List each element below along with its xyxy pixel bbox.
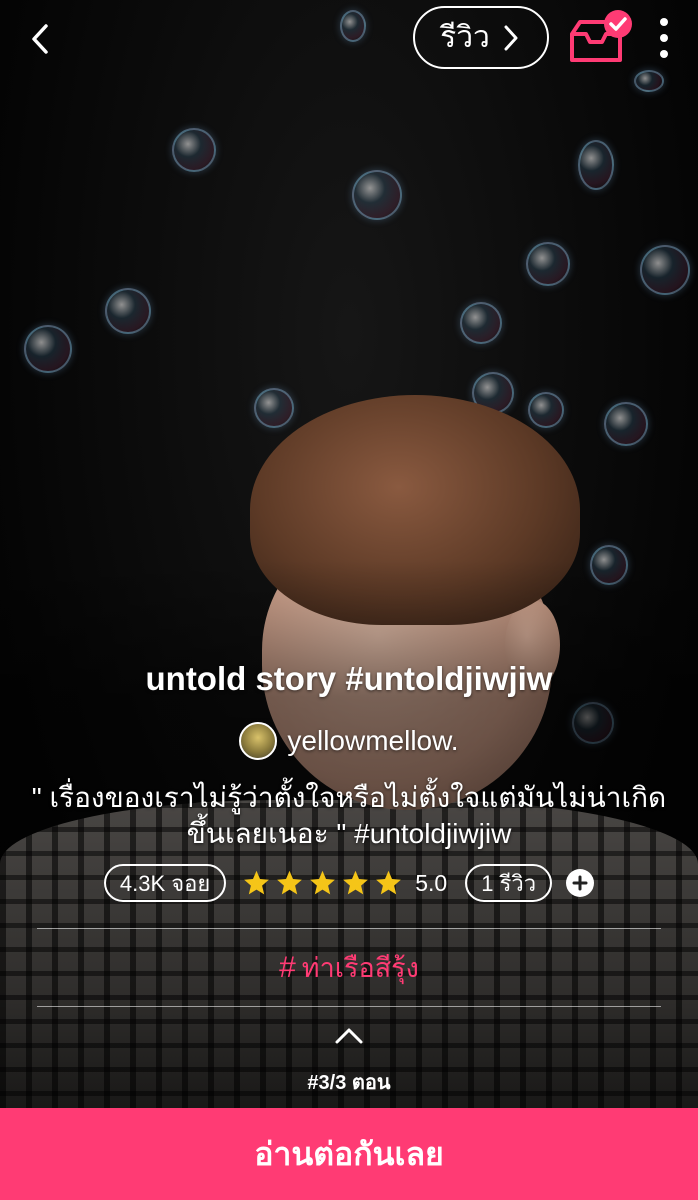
continue-reading-label: อ่านต่อกันเลย	[254, 1135, 444, 1172]
avatar[interactable]	[239, 722, 278, 760]
tag-link[interactable]: # ท่าเรือสีรุ้ง	[0, 946, 698, 989]
review-button[interactable]: รีวิว	[413, 6, 549, 69]
story-description: " เรื่องของเราไม่รู้ว่าตั้งใจหรือไม่ตั้ง…	[31, 782, 667, 849]
reviews-count: 1 รีวิว	[481, 870, 537, 896]
bubble	[604, 402, 648, 446]
star-icon	[310, 870, 336, 895]
chevron-up-icon	[335, 1028, 363, 1044]
bubble	[528, 392, 564, 428]
episode-count: #3/3 ตอน	[307, 1072, 391, 1094]
star-rating	[242, 869, 403, 897]
expand-button[interactable]	[334, 1026, 364, 1046]
author-row[interactable]: yellowmellow.	[0, 722, 698, 760]
add-to-shelf-button[interactable]	[566, 8, 634, 68]
bubble	[640, 245, 690, 295]
bubble	[526, 242, 570, 286]
more-options-button[interactable]	[654, 16, 674, 60]
rating-value: 5.0	[415, 869, 448, 896]
bubble	[578, 140, 614, 190]
cover-image	[0, 0, 698, 1108]
star-icon	[244, 870, 270, 895]
add-review-button[interactable]	[566, 869, 595, 897]
bubble	[634, 70, 664, 92]
bubble	[24, 325, 72, 373]
star-icon	[376, 870, 402, 895]
divider	[37, 1006, 661, 1007]
bubble	[352, 170, 402, 220]
bookshelf-check-icon	[570, 10, 632, 62]
views-badge: 4.3K จอย	[103, 864, 227, 902]
bubble	[172, 128, 216, 172]
bubble	[460, 302, 502, 344]
chevron-left-icon	[32, 24, 48, 54]
tag-label: ท่าเรือสีรุ้ง	[301, 953, 419, 983]
views-count: 4.3K จอย	[119, 870, 211, 896]
star-icon	[343, 870, 369, 895]
review-button-label: รีวิว	[440, 21, 490, 54]
vertical-dots-icon	[660, 18, 668, 58]
chevron-right-icon	[504, 25, 518, 50]
author-name[interactable]: yellowmellow.	[287, 725, 458, 757]
back-button[interactable]	[22, 20, 62, 60]
plus-icon	[572, 875, 588, 891]
hashtag-icon: #	[279, 950, 296, 984]
divider	[37, 928, 661, 929]
bubble	[340, 10, 366, 42]
reviews-badge[interactable]: 1 รีวิว	[465, 864, 553, 902]
stats-row: 4.3K จอย 5.0 1 รีวิว	[0, 864, 698, 902]
story-title: untold story #untoldjiwjiw	[145, 660, 553, 697]
continue-reading-button[interactable]: อ่านต่อกันเลย	[0, 1108, 698, 1200]
star-icon	[277, 870, 303, 895]
bubble	[254, 388, 294, 428]
bubble	[105, 288, 151, 334]
